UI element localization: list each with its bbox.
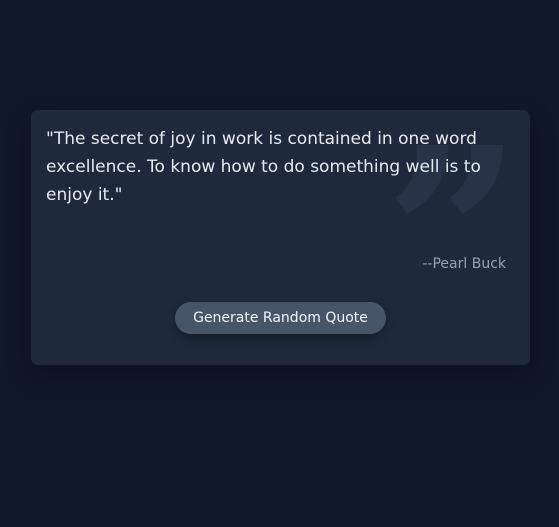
quote-author: --Pearl Buck [422, 256, 506, 272]
quote-text: "The secret of joy in work is contained … [46, 129, 481, 205]
generate-random-quote-button[interactable]: Generate Random Quote [175, 302, 386, 334]
quote-card: ” "The secret of joy in work is containe… [31, 110, 530, 365]
